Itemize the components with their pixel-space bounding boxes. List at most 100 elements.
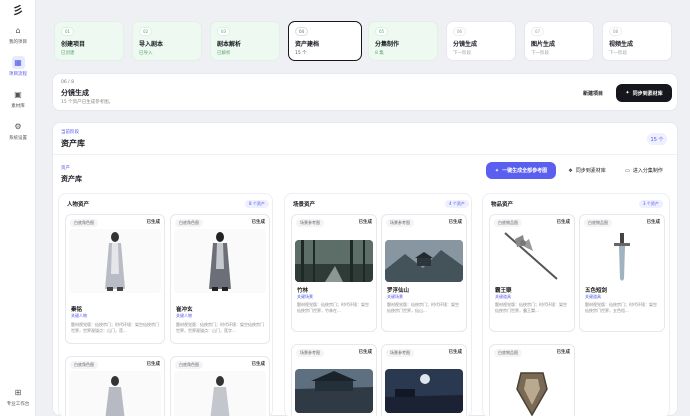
- assets-section-title: 资产库: [61, 175, 82, 183]
- asset-card[interactable]: 场景参考图 已生成: [381, 344, 467, 416]
- step-episodes[interactable]: 05 分集制作 8 集: [368, 21, 438, 61]
- step-video[interactable]: 08 视频生成 下一阶段: [602, 21, 672, 61]
- status-badge: 已生成: [251, 220, 266, 225]
- column-count-badge: 8 个资产: [245, 200, 269, 208]
- character-image: [174, 229, 266, 293]
- asset-library-title: 资产库: [61, 139, 85, 148]
- asset-card[interactable]: 场景参考图 已生成: [291, 344, 377, 416]
- asset-description: 题材视觉版：仙侠宗门；时代环境：架空仙侠宗门世界，世界观锚点：山门，莲字...: [176, 322, 264, 333]
- home-icon: ⌂: [15, 26, 21, 35]
- asset-description: 题材视觉版：仙侠宗门；时代环境：架空仙侠宗门世界，竹林在...: [297, 302, 369, 313]
- column-title: 物品资产: [491, 202, 514, 208]
- status-badge: 已生成: [146, 220, 161, 225]
- status-badge: 已生成: [251, 362, 266, 367]
- asset-count-badge: 15 个: [647, 133, 667, 145]
- stage-description: 15 个资产已生成参考图。: [61, 100, 114, 105]
- character-image: [69, 229, 161, 293]
- prop-image: [493, 229, 571, 283]
- status-badge: 已生成: [646, 220, 661, 225]
- asset-role: 关键人物: [176, 313, 192, 318]
- generate-all-button[interactable]: ✦ 一键生成全部参考图: [486, 162, 556, 179]
- folder-icon: ▭: [625, 167, 630, 174]
- sidebar-item-materials[interactable]: ▣ 素材库: [3, 88, 33, 109]
- asset-type-tag: 场景参考图: [296, 349, 324, 357]
- asset-name: 罗浮仙山: [387, 288, 410, 294]
- step-create[interactable]: 01 创建项目 已创建: [54, 21, 124, 61]
- asset-card[interactable]: 白底角色图 已生成 秦铭 关键人物 题材视觉版：仙侠宗门；时代环境：架空仙侠宗门世…: [65, 214, 165, 344]
- asset-name: 五色短剑: [585, 288, 608, 294]
- asset-card[interactable]: 白底物品图 已生成: [489, 344, 575, 416]
- sidebar-item-workbench[interactable]: ⊞ 专业工作台: [3, 386, 33, 407]
- assets-section-label: 资产: [61, 166, 70, 171]
- asset-description: 题材视觉版：仙侠宗门；时代环境：架空仙侠宗门世界，五色短...: [585, 302, 657, 313]
- asset-type-tag: 场景参考图: [386, 219, 414, 227]
- workbench-icon: ⊞: [14, 388, 22, 397]
- sync-library-button[interactable]: ✦ 同步到素材库: [616, 84, 672, 102]
- scene-assets-column: 场景资产 4 个资产 场景参考图 已生成 竹林 关键场景 题材视觉版：仙侠宗门；时…: [284, 193, 472, 416]
- asset-description: 题材视觉版：仙侠宗门；时代环境：架空仙侠宗门世界，霸王槊...: [495, 302, 567, 313]
- asset-card[interactable]: 白底角色图 已生成 崔冲玄 关键人物 题材视觉版：仙侠宗门；时代环境：架空仙侠宗门…: [170, 214, 270, 344]
- sync-assets-button[interactable]: ❖ 同步到素材库: [560, 162, 614, 179]
- asset-card[interactable]: 白底角色图 已生成: [170, 356, 270, 416]
- prop-image: [583, 229, 661, 283]
- asset-type-tag: 白底角色图: [70, 219, 98, 227]
- new-project-button[interactable]: 新建项目: [573, 85, 613, 101]
- asset-type-tag: 白底角色图: [175, 361, 203, 369]
- prop-image: [493, 369, 571, 416]
- asset-role: 关键道具: [495, 294, 511, 299]
- stage-summary-panel: 06 / 8 分镜生成 15 个资产已生成参考图。 新建项目 ✦ 同步到素材库: [52, 73, 678, 111]
- character-image: [174, 371, 266, 416]
- asset-role: 关键人物: [71, 313, 87, 318]
- sidebar-item-projects[interactable]: ⌂ 我的项目: [3, 24, 33, 45]
- character-assets-column: 人物资产 8 个资产 白底角色图 已生成 秦铭 关键人物 题材视觉版：仙侠宗门；时…: [58, 193, 273, 416]
- step-assets[interactable]: 04 资产建档 15 个: [288, 21, 362, 61]
- sidebar-item-flow[interactable]: ▦ 项目流程: [3, 56, 33, 77]
- status-badge: 已生成: [358, 350, 373, 355]
- grid-icon: ▦: [11, 56, 25, 69]
- asset-type-tag: 白底角色图: [175, 219, 203, 227]
- stage-title: 分镜生成: [61, 89, 89, 97]
- status-badge: 已生成: [146, 362, 161, 367]
- sidebar-item-settings[interactable]: ⚙ 系统设置: [3, 120, 33, 141]
- asset-type-tag: 白底物品图: [584, 219, 612, 227]
- asset-name: 秦铭: [71, 307, 83, 313]
- status-badge: 已生成: [448, 350, 463, 355]
- step-parse[interactable]: 03 剧本解析 已解析: [210, 21, 280, 61]
- scene-image: [295, 369, 373, 413]
- prop-assets-column: 物品资产 3 个资产 白底物品图 已生成 霸王槊 关键道具 题材视觉版：仙侠宗门；…: [482, 193, 670, 416]
- workflow-steps: 01 创建项目 已创建 02 导入剧本 已导入 03 剧本解析 已解析 04 资产建档 15 个…: [52, 21, 678, 61]
- asset-role: 关键场景: [297, 294, 313, 299]
- column-title: 场景资产: [293, 202, 316, 208]
- step-import[interactable]: 02 导入剧本 已导入: [132, 21, 202, 61]
- current-stage-label: 当前阶段: [61, 130, 79, 135]
- asset-card[interactable]: 白底角色图 已生成: [65, 356, 165, 416]
- asset-card[interactable]: 白底物品图 已生成 五色短剑 关键道具 题材视觉版：仙侠宗门；时代环境：架空仙侠宗…: [579, 214, 665, 332]
- asset-type-tag: 白底物品图: [494, 349, 522, 357]
- step-storyboard[interactable]: 06 分镜生成 下一阶段: [446, 21, 516, 61]
- sparkle-icon: ✦: [494, 167, 500, 174]
- asset-card[interactable]: 白底物品图 已生成 霸王槊 关键道具 题材视觉版：仙侠宗门；时代环境：架空仙侠宗门…: [489, 214, 575, 332]
- sparkle-icon: ✦: [625, 90, 630, 96]
- asset-card[interactable]: 场景参考图 已生成 竹林 关键场景 题材视觉版：仙侠宗门；时代环境：架空仙侠宗门世…: [291, 214, 377, 332]
- app-logo[interactable]: 彡: [9, 2, 27, 17]
- status-badge: 已生成: [556, 350, 571, 355]
- status-badge: 已生成: [556, 220, 571, 225]
- column-count-badge: 4 个资产: [445, 200, 469, 208]
- settings-icon: ⚙: [14, 122, 22, 131]
- asset-name: 霸王槊: [495, 288, 512, 294]
- scene-image: [385, 240, 463, 282]
- asset-role: 关键道具: [585, 294, 601, 299]
- status-badge: 已生成: [358, 220, 373, 225]
- divider: [53, 154, 677, 155]
- asset-card[interactable]: 场景参考图 已生成 罗浮仙山 关键场景 题材视觉版：仙侠宗门；时代环境：架空仙侠宗…: [381, 214, 467, 332]
- scene-image: [385, 369, 463, 413]
- column-title: 人物资产: [67, 202, 90, 208]
- image-icon: ▣: [14, 90, 22, 99]
- status-badge: 已生成: [448, 220, 463, 225]
- asset-type-tag: 白底角色图: [70, 361, 98, 369]
- asset-description: 题材视觉版：仙侠宗门；时代环境：架空仙侠宗门世界，仙山...: [387, 302, 459, 313]
- step-images[interactable]: 07 图片生成 下一阶段: [524, 21, 594, 61]
- scene-image: [295, 240, 373, 282]
- asset-name: 竹林: [297, 288, 309, 294]
- enter-episodes-button[interactable]: ▭ 进入分集制作: [617, 162, 671, 179]
